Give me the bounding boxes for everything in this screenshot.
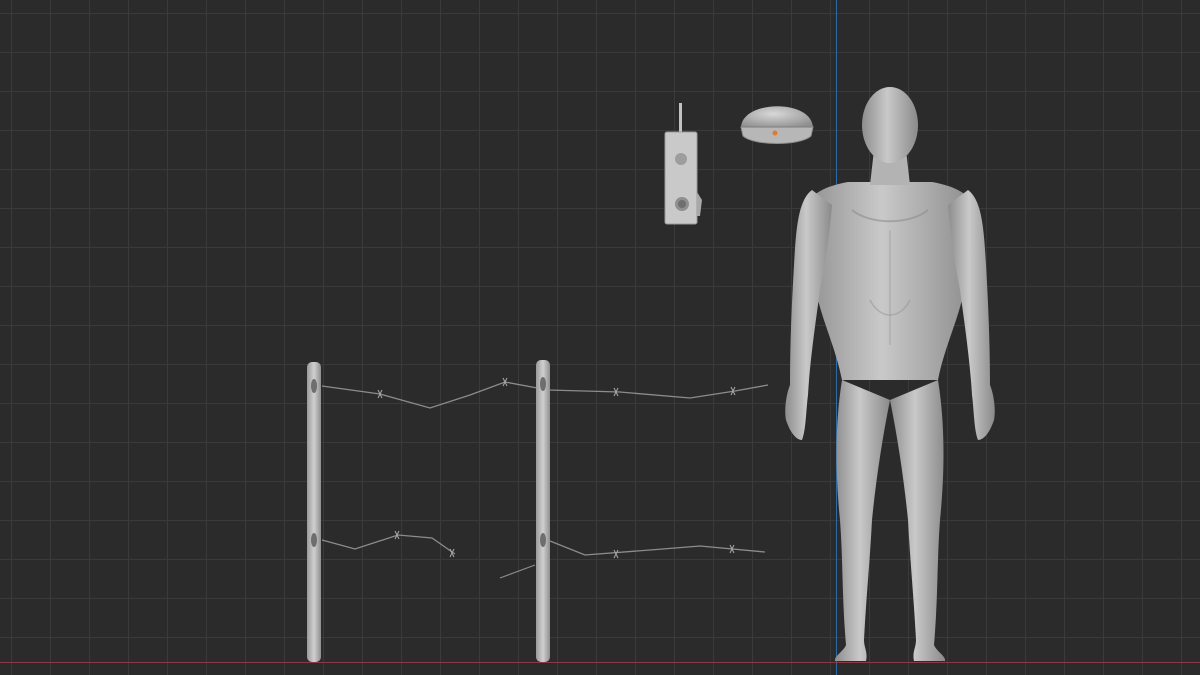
fence-post-right[interactable] (536, 360, 550, 662)
3d-viewport[interactable] (0, 0, 1200, 675)
scene-canvas[interactable] (0, 0, 1200, 675)
human-figure[interactable] (785, 87, 995, 661)
dome-helmet[interactable] (740, 106, 814, 144)
walkie-talkie[interactable] (664, 103, 702, 225)
fence-post-left[interactable] (307, 362, 321, 662)
